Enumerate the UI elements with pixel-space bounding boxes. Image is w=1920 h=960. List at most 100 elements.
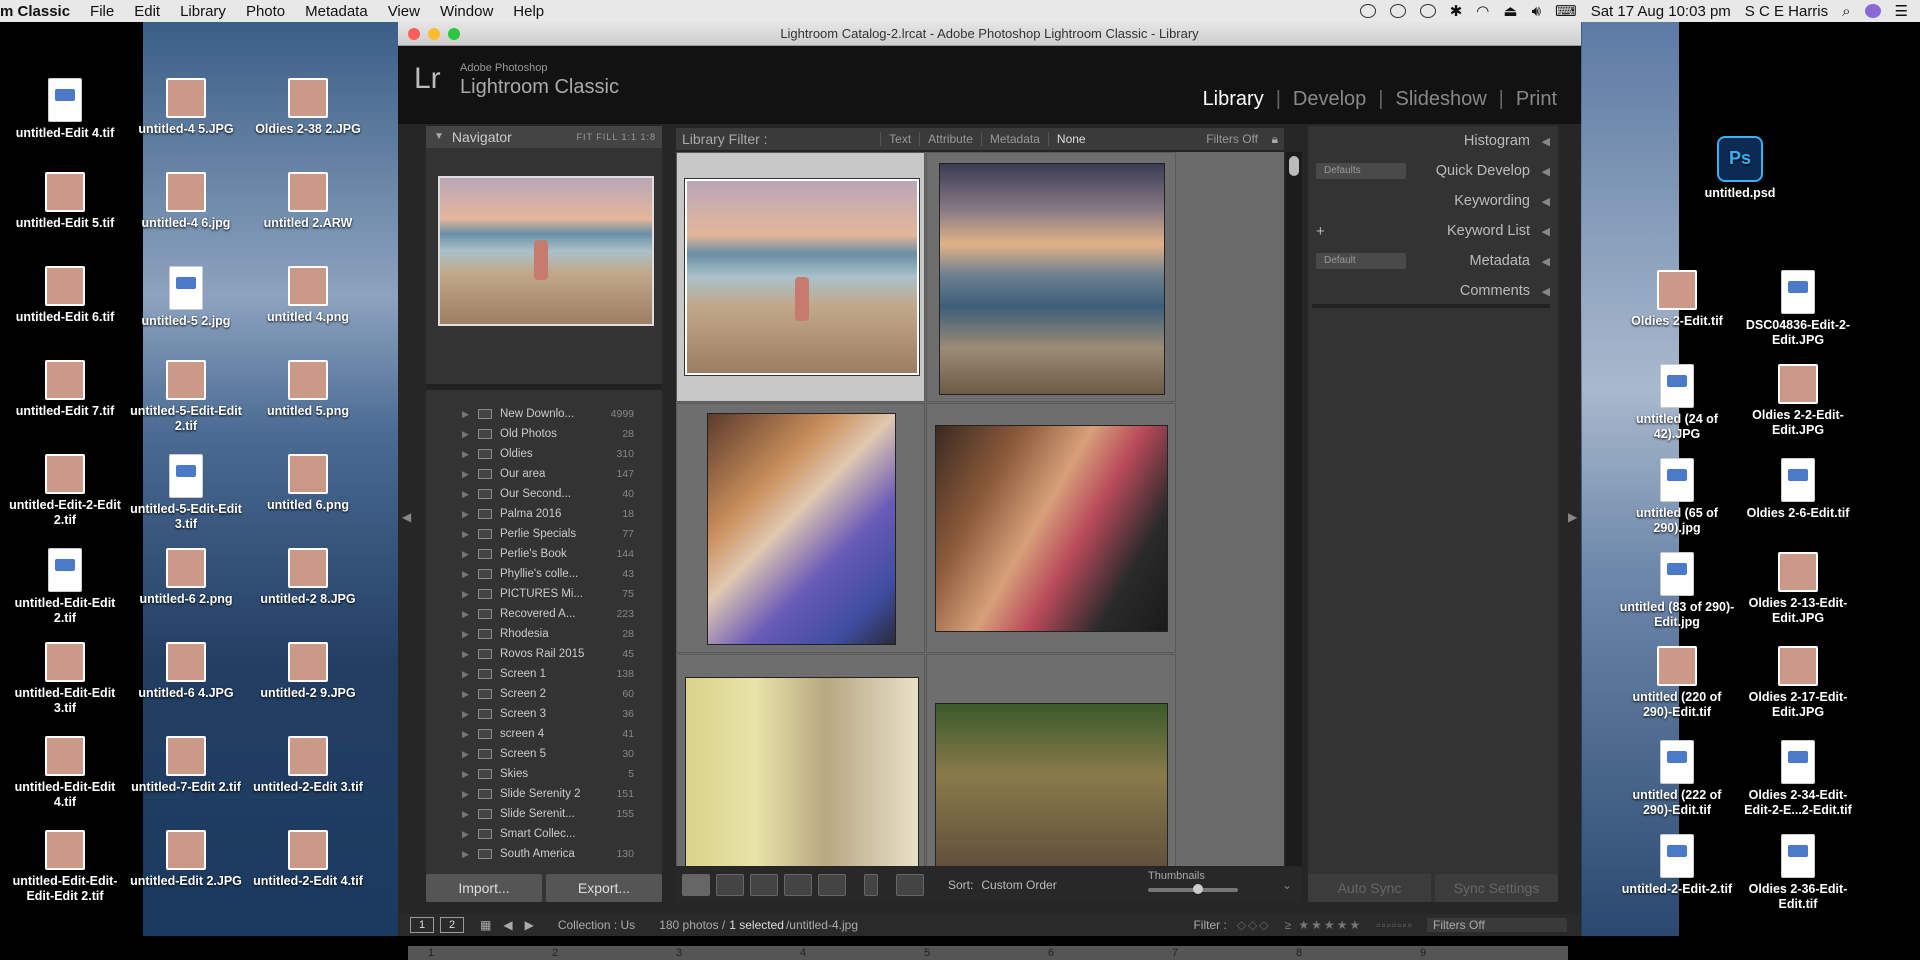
folder-row[interactable]: ▶ Our Second... 40 <box>426 484 662 504</box>
disclosure-triangle-icon[interactable]: ▶ <box>462 649 469 660</box>
grid-cell[interactable] <box>926 654 1176 866</box>
menu-library[interactable]: Library <box>170 3 236 20</box>
disclosure-triangle-icon[interactable]: ▶ <box>462 609 469 620</box>
navigator-zoom-options[interactable]: FIT FILL 1:1 1:8 <box>576 126 662 148</box>
desktop-file-icon[interactable]: untitled-Edit 7.tif <box>5 360 125 419</box>
sort-direction-icon[interactable] <box>896 874 924 896</box>
disclosure-triangle-icon[interactable]: ▶ <box>462 449 469 460</box>
disclosure-triangle-icon[interactable]: ▶ <box>462 429 469 440</box>
right-panel-toggle-icon[interactable]: ▶ <box>1568 510 1577 524</box>
grid-cell[interactable] <box>926 403 1176 653</box>
clock[interactable]: Sat 17 Aug 10:03 pm <box>1591 3 1731 20</box>
disclosure-triangle-icon[interactable]: ▶ <box>462 569 469 580</box>
disclosure-triangle-icon[interactable]: ▶ <box>462 529 469 540</box>
grid-view-icon[interactable]: ▦ <box>480 918 491 932</box>
quick-develop-panel-header[interactable]: Defaults Quick Develop ◀ <box>1308 156 1558 186</box>
disclosure-triangle-icon[interactable]: ▶ <box>462 669 469 680</box>
export-button[interactable]: Export... <box>546 874 662 902</box>
photo-thumbnail[interactable] <box>935 703 1168 866</box>
grid-view-icon[interactable] <box>682 874 710 896</box>
metadata-panel-header[interactable]: Default Metadata ◀ <box>1308 246 1558 276</box>
desktop-file-icon[interactable]: untitled-2 8.JPG <box>248 548 368 607</box>
filter-metadata[interactable]: Metadata <box>980 132 1048 146</box>
desktop-file-icon[interactable]: untitled (220 of 290)-Edit.tif <box>1617 646 1737 720</box>
desktop-file-icon[interactable]: untitled-5-Edit-Edit 3.tif <box>126 454 246 532</box>
folder-row[interactable]: ▶ Old Photos 28 <box>426 424 662 444</box>
desktop-file-icon[interactable]: untitled (65 of 290).jpg <box>1617 458 1737 536</box>
left-panel-toggle-icon[interactable]: ◀ <box>402 510 411 524</box>
grid-cell[interactable] <box>926 152 1176 402</box>
filmstrip-frame-number[interactable]: 5 <box>924 946 930 960</box>
navigator-header[interactable]: ▼ Navigator FIT FILL 1:1 1:8 <box>426 126 662 148</box>
disclosure-triangle-icon[interactable]: ▶ <box>462 409 469 420</box>
zoom-window-button[interactable] <box>448 28 460 40</box>
filmstrip-frame-number[interactable]: 4 <box>800 946 806 960</box>
folder-row[interactable]: ▶ Recovered A... 223 <box>426 604 662 624</box>
disclosure-triangle-icon[interactable]: ▶ <box>462 689 469 700</box>
desktop-file-icon[interactable]: untitled (24 of 42).JPG <box>1617 364 1737 442</box>
desktop-file-icon[interactable]: Oldies 2-34-Edit-Edit-2-E...2-Edit.tif <box>1738 740 1858 818</box>
comments-panel-header[interactable]: Comments ◀ <box>1308 276 1558 306</box>
user-name[interactable]: S C E Harris <box>1745 3 1828 20</box>
folder-row[interactable]: ▶ Screen 1 138 <box>426 664 662 684</box>
desktop-file-icon[interactable]: untitled-Edit-2-Edit 2.tif <box>5 454 125 528</box>
back-arrow-icon[interactable]: ◀ <box>503 918 512 932</box>
notification-center-icon[interactable]: ☰ <box>1895 2 1908 20</box>
disclosure-triangle-icon[interactable]: ▶ <box>462 809 469 820</box>
color-label-filter-icons[interactable]: ▫▫▫▫▫▫▫ <box>1376 918 1413 932</box>
lock-icon[interactable]: 🔒︎ <box>1272 132 1278 147</box>
disclosure-triangle-icon[interactable]: ▶ <box>462 589 469 600</box>
desktop-file-icon[interactable]: Oldies 2-2-Edit-Edit.JPG <box>1738 364 1858 438</box>
disclosure-triangle-icon[interactable]: ▶ <box>462 629 469 640</box>
filmstrip-frame-number[interactable]: 7 <box>1172 946 1178 960</box>
eject-icon[interactable]: ⏏ <box>1503 2 1517 20</box>
disclosure-triangle-icon[interactable]: ▶ <box>462 729 469 740</box>
folder-row[interactable]: ▶ Palma 2016 18 <box>426 504 662 524</box>
desktop-file-icon[interactable]: untitled-5-Edit-Edit 2.tif <box>126 360 246 434</box>
filmstrip-frame-number[interactable]: 9 <box>1420 946 1426 960</box>
filter-text[interactable]: Text <box>880 132 919 146</box>
desktop-file-icon[interactable]: untitled-Edit 5.tif <box>5 172 125 231</box>
desktop-file-icon[interactable]: untitled-7-Edit 2.tif <box>126 736 246 795</box>
selected-filename[interactable]: /untitled-4.jpg <box>786 918 858 932</box>
photo-thumbnail[interactable] <box>684 178 920 376</box>
menu-window[interactable]: Window <box>430 3 503 20</box>
menu-edit[interactable]: Edit <box>124 3 170 20</box>
thumbnail-size-knob[interactable] <box>1192 884 1203 894</box>
import-button[interactable]: Import... <box>426 874 542 902</box>
loupe-view-icon[interactable] <box>716 874 744 896</box>
desktop-file-icon[interactable]: untitled (222 of 290)-Edit.tif <box>1617 740 1737 818</box>
desktop-file-icon[interactable]: Oldies 2-Edit.tif <box>1617 270 1737 329</box>
disclosure-triangle-icon[interactable]: ▶ <box>462 509 469 520</box>
filmstrip[interactable]: 1 2 3 4 5 6 7 8 9 <box>408 946 1568 960</box>
compare-view-icon[interactable] <box>750 874 778 896</box>
grid-cell-selected[interactable] <box>676 152 925 402</box>
people-view-icon[interactable] <box>818 874 846 896</box>
navigator-preview[interactable] <box>438 176 654 326</box>
folder-row[interactable]: ▶ South America 130 <box>426 844 662 864</box>
menu-photo[interactable]: Photo <box>236 3 295 20</box>
main-window-button[interactable]: 1 <box>410 917 434 933</box>
menu-view[interactable]: View <box>378 3 430 20</box>
grid-cell[interactable] <box>676 403 925 653</box>
desktop-file-icon[interactable]: Oldies 2-13-Edit-Edit.JPG <box>1738 552 1858 626</box>
photo-thumbnail[interactable] <box>685 677 919 866</box>
filmstrip-frame-number[interactable]: 6 <box>1048 946 1054 960</box>
keyword-list-panel-header[interactable]: + Keyword List ◀ <box>1308 216 1558 246</box>
module-slideshow[interactable]: Slideshow <box>1396 88 1487 111</box>
rating-filter-stars[interactable]: ≥ ★★★★★ <box>1285 918 1363 932</box>
keyboard-icon[interactable]: ⌨ <box>1555 2 1577 20</box>
survey-view-icon[interactable] <box>784 874 812 896</box>
grid-scrollbar[interactable] <box>1286 152 1302 866</box>
sort-dropdown[interactable]: Custom Order <box>981 878 1056 892</box>
desktop-file-icon[interactable]: untitled-5 2.jpg <box>126 266 246 329</box>
menu-help[interactable]: Help <box>503 3 554 20</box>
scrollbar-thumb[interactable] <box>1289 156 1299 176</box>
desktop-file-icon[interactable]: untitled 2.ARW <box>248 172 368 231</box>
disclosure-triangle-icon[interactable]: ▶ <box>462 789 469 800</box>
spotlight-search-icon[interactable]: ⌕ <box>1842 3 1850 20</box>
desktop-file-icon[interactable]: untitled-6 2.png <box>126 548 246 607</box>
desktop-file-icon[interactable]: untitled-Edit 2.JPG <box>126 830 246 889</box>
desktop-file-icon[interactable]: Oldies 2-38 2.JPG <box>248 78 368 137</box>
desktop-file-icon[interactable]: Oldies 2-17-Edit-Edit.JPG <box>1738 646 1858 720</box>
